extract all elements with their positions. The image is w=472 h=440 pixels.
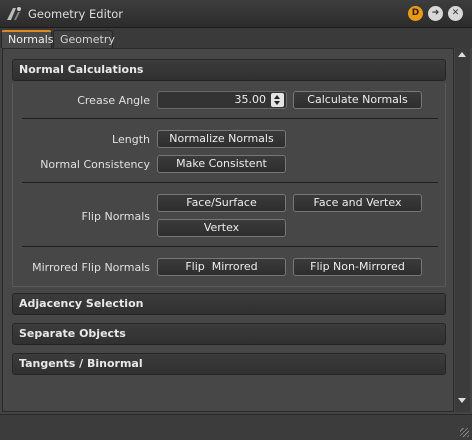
mirrored-flip-normals-label: Mirrored Flip Normals [32,261,150,274]
flip-non-mirrored-button[interactable]: Flip Non-Mirrored [293,258,422,276]
face-surface-button[interactable]: Face/Surface [157,194,286,212]
close-icon[interactable]: ✕ [448,6,463,21]
status-bar [0,414,472,440]
scroll-up-icon[interactable] [458,52,466,57]
flip-mirrored-button[interactable]: Flip Mirrored [157,258,286,276]
window-title: Geometry Editor [28,7,124,21]
section-normal-calculations[interactable]: Normal Calculations [12,59,446,81]
crease-angle-spinner[interactable]: 35.00 [157,91,287,109]
title-bar: Geometry Editor D ➜ ✕ [0,0,472,28]
divider [22,118,438,119]
face-and-vertex-button[interactable]: Face and Vertex [293,194,422,212]
scroll-down-icon[interactable] [458,398,466,403]
length-label: Length [112,133,150,146]
tab-geometry[interactable]: Geometry [53,30,115,48]
vertical-scrollbar[interactable] [455,48,470,412]
normalize-normals-button[interactable]: Normalize Normals [157,130,286,148]
resize-grip-icon[interactable] [460,428,469,437]
divider [22,182,438,183]
make-consistent-button[interactable]: Make Consistent [157,155,286,173]
arrow-down-icon[interactable] [274,101,280,105]
flip-normals-label: Flip Normals [81,210,150,223]
arrow-right-icon[interactable]: ➜ [428,6,443,21]
section-adjacency-selection[interactable]: Adjacency Selection [12,293,446,315]
app-logo-icon [7,7,21,20]
vertex-button[interactable]: Vertex [157,219,286,237]
divider [22,246,438,247]
section-separate-objects[interactable]: Separate Objects [12,323,446,345]
arrow-up-icon[interactable] [274,95,280,99]
normal-consistency-label: Normal Consistency [40,158,150,171]
calculate-normals-button[interactable]: Calculate Normals [293,91,422,109]
dock-badge-button[interactable]: D [408,6,423,21]
tab-bar: Normals Geometry [0,28,472,48]
tab-normals[interactable]: Normals [1,30,54,48]
normal-calculations-body [12,83,446,287]
spinner-arrows-icon[interactable] [271,93,284,107]
section-tangents-binormal[interactable]: Tangents / Binormal [12,353,446,375]
crease-angle-label: Crease Angle [77,94,150,107]
crease-angle-value[interactable]: 35.00 [235,93,267,106]
